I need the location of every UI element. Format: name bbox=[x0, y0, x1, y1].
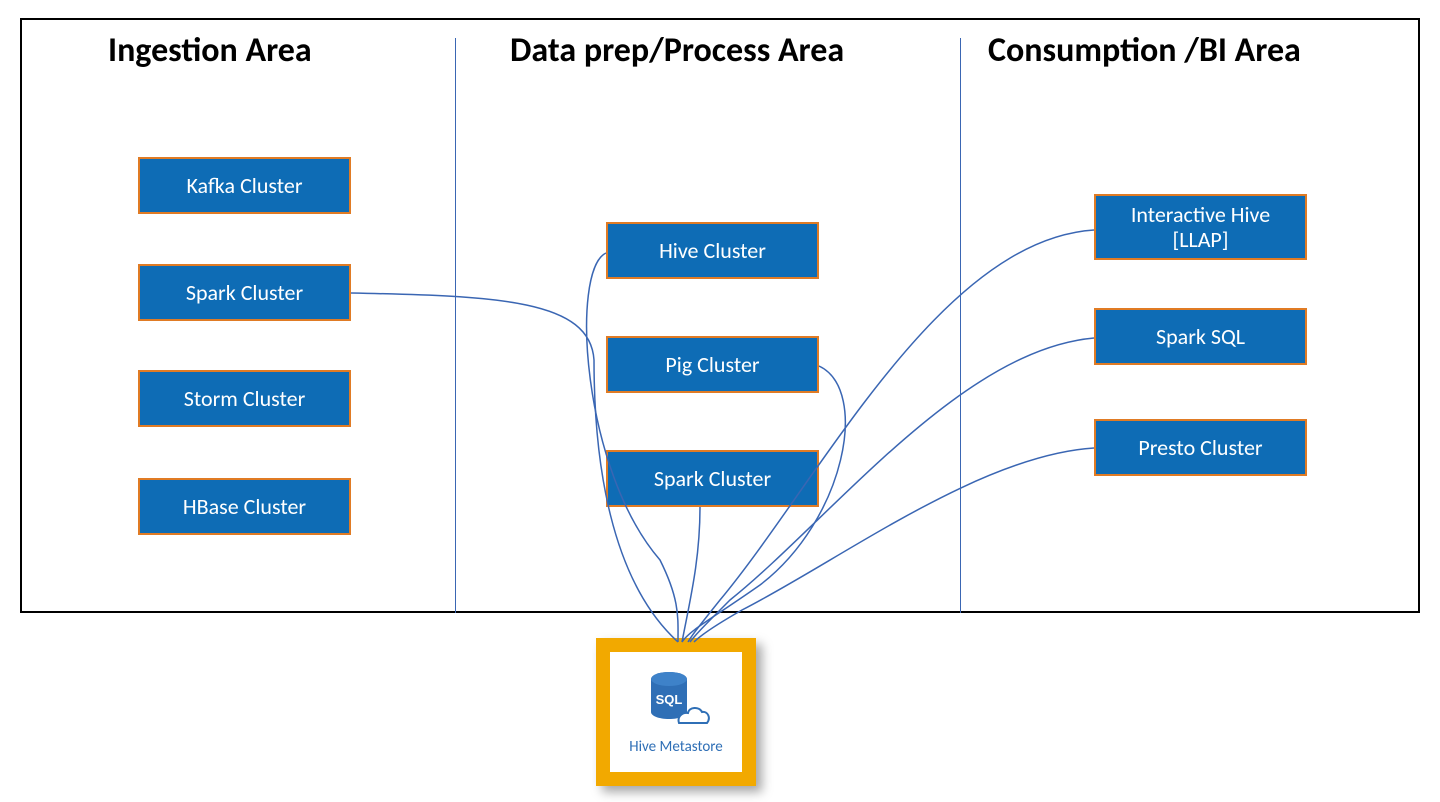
node-spark-cluster-ingestion: Spark Cluster bbox=[138, 264, 351, 321]
node-interactive-hive-llap: Interactive Hive [LLAP] bbox=[1094, 194, 1307, 260]
area-title-ingestion: Ingestion Area bbox=[108, 30, 312, 71]
node-pig-cluster: Pig Cluster bbox=[606, 336, 819, 393]
node-hive-cluster: Hive Cluster bbox=[606, 222, 819, 279]
sql-database-icon: SQL bbox=[641, 668, 711, 734]
divider-2 bbox=[960, 38, 961, 613]
node-spark-cluster-process: Spark Cluster bbox=[606, 450, 819, 507]
svg-text:SQL: SQL bbox=[656, 692, 683, 707]
divider-1 bbox=[455, 38, 456, 613]
node-storm-cluster: Storm Cluster bbox=[138, 370, 351, 427]
diagram-canvas: Ingestion Area Data prep/Process Area Co… bbox=[0, 0, 1440, 802]
node-spark-sql: Spark SQL bbox=[1094, 308, 1307, 365]
node-hbase-cluster: HBase Cluster bbox=[138, 478, 351, 535]
area-title-process: Data prep/Process Area bbox=[510, 30, 844, 71]
node-presto-cluster: Presto Cluster bbox=[1094, 419, 1307, 476]
hive-metastore-box: SQL Hive Metastore bbox=[596, 638, 756, 786]
area-title-consume: Consumption /BI Area bbox=[988, 30, 1301, 71]
hive-metastore-label: Hive Metastore bbox=[629, 738, 723, 756]
node-kafka-cluster: Kafka Cluster bbox=[138, 157, 351, 214]
